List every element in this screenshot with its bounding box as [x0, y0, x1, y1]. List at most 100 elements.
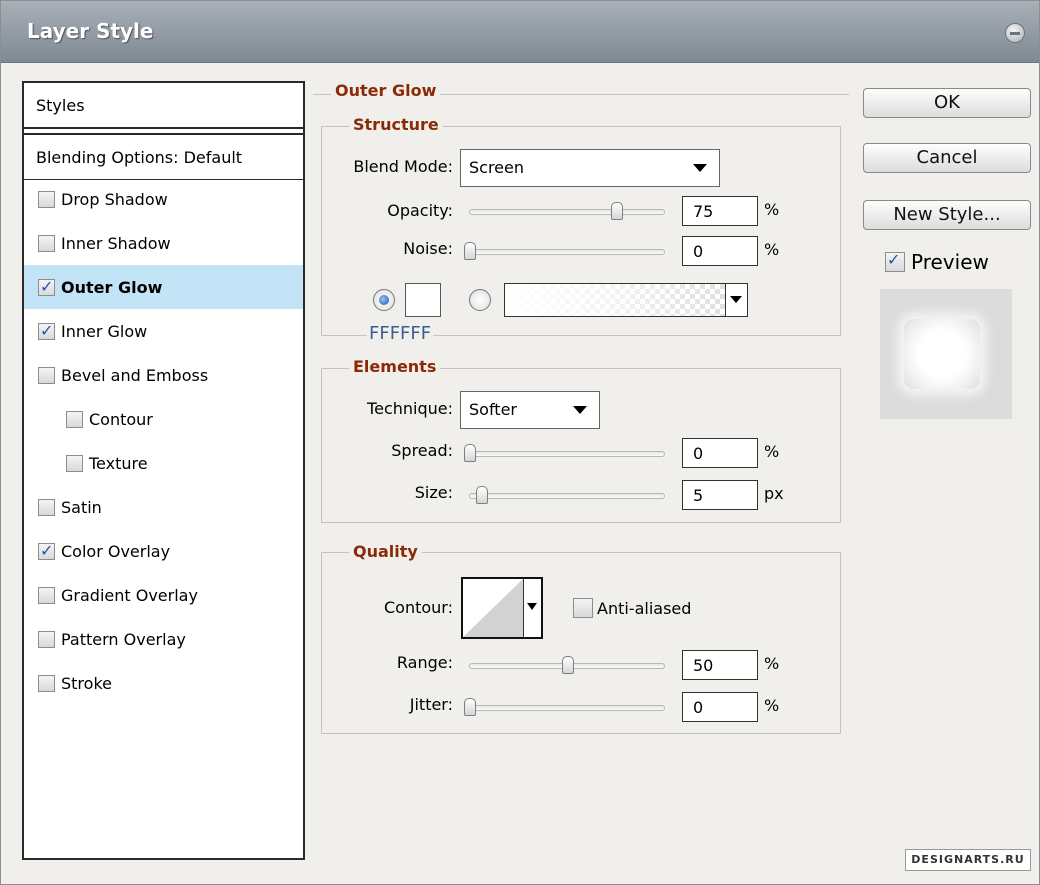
jitter-input[interactable]: 0: [682, 692, 758, 722]
range-slider[interactable]: [469, 656, 665, 674]
gradient-picker[interactable]: [504, 283, 748, 317]
opacity-slider[interactable]: [469, 202, 665, 220]
percent-unit: %: [764, 696, 780, 715]
checkbox-icon[interactable]: [38, 674, 55, 692]
preview-label: Preview: [911, 250, 989, 274]
style-item-bevel-and-emboss[interactable]: Bevel and Emboss: [24, 353, 303, 397]
slider-handle[interactable]: [562, 656, 574, 674]
style-item-color-overlay[interactable]: Color Overlay: [24, 529, 303, 573]
range-input[interactable]: 50: [682, 650, 758, 680]
style-item-outer-glow[interactable]: Outer Glow: [24, 265, 303, 309]
style-item-gradient-overlay[interactable]: Gradient Overlay: [24, 573, 303, 617]
divider: [24, 127, 303, 129]
blend-mode-select[interactable]: Screen: [460, 149, 720, 187]
new-style-button[interactable]: New Style...: [863, 200, 1031, 230]
percent-unit: %: [764, 240, 780, 259]
checkbox-icon[interactable]: [38, 321, 55, 340]
percent-unit: %: [764, 654, 780, 673]
style-item-inner-glow[interactable]: Inner Glow: [24, 309, 303, 353]
spread-slider[interactable]: [464, 444, 665, 462]
preview-glow-square: [904, 319, 980, 389]
elements-title: Elements: [349, 357, 441, 376]
title-bar: Layer Style: [1, 1, 1039, 63]
noise-label: Noise:: [403, 239, 453, 258]
window-title: Layer Style: [27, 19, 154, 43]
percent-unit: %: [764, 200, 780, 219]
noise-slider[interactable]: [464, 242, 665, 260]
checkbox-icon[interactable]: [66, 454, 83, 472]
checkbox-icon[interactable]: [38, 586, 55, 604]
spread-label: Spread:: [391, 441, 453, 460]
range-label: Range:: [396, 653, 453, 672]
dropdown-arrow-icon: [693, 164, 707, 172]
style-item-label: Inner Glow: [61, 321, 148, 341]
blending-options-item[interactable]: Blending Options: Default: [24, 135, 303, 179]
percent-unit: %: [764, 442, 780, 461]
gradient-dropdown[interactable]: [725, 284, 747, 316]
noise-input[interactable]: 0: [682, 236, 758, 266]
outer-glow-title: Outer Glow: [331, 81, 441, 100]
style-item-drop-shadow[interactable]: Drop Shadow: [24, 177, 303, 221]
style-item-contour[interactable]: Contour: [24, 397, 303, 441]
dropdown-arrow-icon: [527, 603, 537, 610]
size-input[interactable]: 5: [682, 480, 758, 510]
style-preview: [880, 289, 1012, 419]
style-item-label: Texture: [89, 453, 148, 473]
checkbox-icon[interactable]: [38, 541, 55, 560]
checkbox-icon[interactable]: [38, 234, 55, 252]
style-item-pattern-overlay[interactable]: Pattern Overlay: [24, 617, 303, 661]
style-item-label: Contour: [89, 409, 153, 429]
checkbox-icon[interactable]: [38, 630, 55, 648]
slider-handle[interactable]: [464, 242, 476, 260]
checkbox-icon[interactable]: [38, 498, 55, 516]
anti-aliased-checkbox[interactable]: Anti-aliased: [573, 598, 691, 618]
style-item-label: Color Overlay: [61, 541, 171, 561]
styles-header[interactable]: Styles: [24, 83, 303, 127]
solid-color-radio[interactable]: [373, 289, 395, 311]
checkbox-icon[interactable]: [38, 190, 55, 208]
styles-list: Styles Blending Options: Default Drop Sh…: [22, 81, 305, 860]
jitter-slider[interactable]: [464, 698, 665, 716]
contour-picker[interactable]: [461, 577, 543, 639]
style-item-label: Outer Glow: [61, 277, 163, 297]
style-item-label: Stroke: [61, 673, 112, 693]
dropdown-arrow-icon: [730, 296, 742, 303]
spread-input[interactable]: 0: [682, 438, 758, 468]
checkbox-icon: [885, 250, 905, 272]
watermark: DESIGNARTS.RU: [905, 849, 1031, 871]
style-item-label: Gradient Overlay: [61, 585, 198, 605]
slider-handle[interactable]: [464, 444, 476, 462]
checkbox-icon[interactable]: [38, 366, 55, 384]
layer-style-dialog: Layer Style Styles Blending Options: Def…: [0, 0, 1040, 885]
style-item-satin[interactable]: Satin: [24, 485, 303, 529]
preview-checkbox[interactable]: Preview: [885, 250, 989, 274]
gradient-radio[interactable]: [469, 289, 491, 311]
ok-button[interactable]: OK: [863, 88, 1031, 118]
style-item-texture[interactable]: Texture: [24, 441, 303, 485]
contour-label: Contour:: [384, 598, 453, 617]
glow-color-swatch[interactable]: [405, 283, 441, 317]
style-item-inner-shadow[interactable]: Inner Shadow: [24, 221, 303, 265]
technique-value: Softer: [469, 400, 517, 419]
blend-mode-label: Blend Mode:: [353, 157, 453, 176]
style-item-stroke[interactable]: Stroke: [24, 661, 303, 705]
technique-label: Technique:: [367, 399, 453, 418]
technique-select[interactable]: Softer: [460, 391, 600, 429]
checkbox-icon[interactable]: [38, 277, 55, 296]
px-unit: px: [764, 484, 784, 503]
slider-handle[interactable]: [475, 486, 488, 504]
size-slider[interactable]: [469, 486, 665, 504]
dropdown-arrow-icon: [573, 406, 587, 414]
slider-handle[interactable]: [464, 698, 476, 716]
checkbox-icon[interactable]: [66, 410, 83, 428]
cancel-button[interactable]: Cancel: [863, 143, 1031, 173]
blend-mode-value: Screen: [469, 158, 525, 177]
opacity-input[interactable]: 75: [682, 196, 758, 226]
slider-handle[interactable]: [611, 202, 623, 220]
contour-dropdown[interactable]: [523, 579, 541, 637]
structure-title: Structure: [349, 115, 443, 134]
jitter-label: Jitter:: [409, 695, 453, 714]
style-item-label: Pattern Overlay: [61, 629, 186, 649]
close-icon[interactable]: [1005, 23, 1025, 43]
size-label: Size:: [414, 483, 453, 502]
